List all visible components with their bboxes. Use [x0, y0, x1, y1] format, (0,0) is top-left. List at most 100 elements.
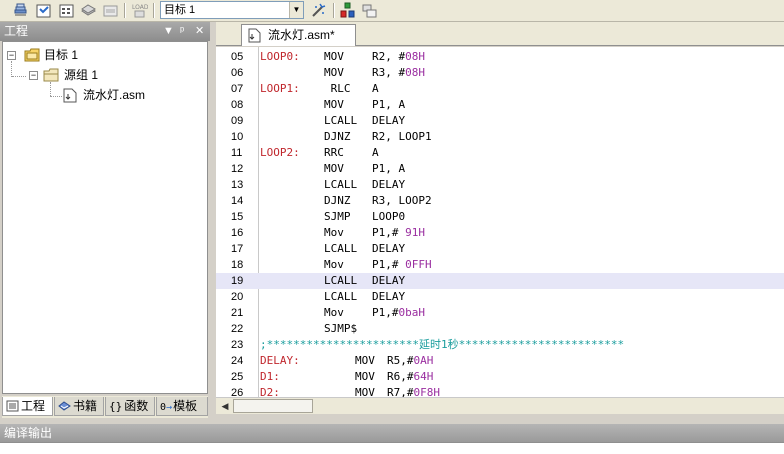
- batch-build-icon[interactable]: [80, 2, 97, 19]
- target-select[interactable]: 目标 1 ▼: [160, 1, 304, 19]
- code-line[interactable]: 09 LCALL DELAY: [216, 113, 784, 129]
- tab-functions[interactable]: {} 函数: [105, 397, 155, 416]
- code-line[interactable]: 14 DJNZ R3, LOOP2: [216, 193, 784, 209]
- code-operand-text: R7,#: [387, 386, 414, 397]
- code-mnemonic: LCALL: [324, 274, 358, 287]
- code-line[interactable]: 19 LCALL DELAY: [216, 273, 784, 289]
- tree-item-group[interactable]: 源组 1: [64, 66, 98, 84]
- tab-templates[interactable]: 0→模板: [156, 397, 208, 416]
- code-line[interactable]: 22 SJMP$: [216, 321, 784, 337]
- asm-file-icon: [63, 88, 77, 103]
- line-number: 25: [231, 371, 244, 383]
- manage-components-icon[interactable]: [339, 2, 356, 19]
- code-mnemonic: MOV: [324, 50, 344, 63]
- code-operand-text: P1,#: [372, 258, 406, 271]
- code-line[interactable]: 21 Mov P1,#0baH: [216, 305, 784, 321]
- code-operand-text: R3, LOOP2: [372, 194, 432, 207]
- collapse-icon[interactable]: −: [29, 71, 38, 80]
- project-panel-header: 工程 ▼ ᵖ ✕: [0, 22, 210, 41]
- code-label: DELAY:: [260, 354, 300, 367]
- scrollbar-thumb[interactable]: [233, 399, 313, 413]
- code-immediate: 0baH: [398, 306, 426, 319]
- code-operands: R7,#0F8H: [387, 385, 440, 397]
- line-number: 12: [231, 163, 244, 175]
- code-operand-text: DELAY: [372, 290, 406, 303]
- tree-connector: [50, 96, 62, 97]
- horizontal-scrollbar[interactable]: ◀: [216, 397, 784, 414]
- tab-project[interactable]: 工程: [2, 397, 53, 416]
- svg-text:LOAD: LOAD: [132, 4, 148, 11]
- code-line[interactable]: 23 ;***********************延时1秒**********…: [216, 337, 784, 353]
- code-operands: DELAY: [372, 289, 405, 305]
- books-tab-icon: [58, 401, 71, 411]
- tree-file-label: 流水灯.asm: [83, 88, 146, 102]
- code-line[interactable]: 05 LOOP0: MOV R2, #08H: [216, 49, 784, 65]
- code-line[interactable]: 08 MOV P1, A: [216, 97, 784, 113]
- editor-file-tab-label: 流水灯.asm*: [268, 28, 335, 42]
- code-mnemonic: SJMP$: [324, 322, 358, 335]
- code-operands: A: [372, 145, 379, 161]
- code-editor[interactable]: 05 LOOP0: MOV R2, #08H 06 MOV R3, #08H 07 LOOP1:…: [216, 47, 784, 397]
- code-line[interactable]: 15 SJMP LOOP0: [216, 209, 784, 225]
- code-line[interactable]: 26 D2: MOV R7,#0F8H: [216, 385, 784, 397]
- code-line[interactable]: 07 LOOP1: RLC A: [216, 81, 784, 97]
- dropdown-icon[interactable]: ▼: [163, 22, 174, 41]
- code-operands: R2, LOOP1: [372, 129, 432, 145]
- code-line[interactable]: 16 Mov P1,# 91H: [216, 225, 784, 241]
- code-operands: P1, A: [372, 161, 405, 177]
- build-all-icon[interactable]: [58, 2, 75, 19]
- code-operands: R3, #08H: [372, 65, 425, 81]
- line-number: 17: [231, 243, 244, 255]
- close-icon[interactable]: ✕: [195, 22, 204, 41]
- tree-connector: [50, 82, 51, 96]
- code-line[interactable]: 17 LCALL DELAY: [216, 241, 784, 257]
- code-operands: A: [372, 81, 379, 97]
- line-number: 18: [231, 259, 244, 271]
- target-folder-icon: [24, 48, 40, 62]
- pin-icon[interactable]: ᵖ: [180, 22, 184, 41]
- code-immediate: 0FFH: [405, 258, 432, 271]
- editor-tab-strip: 流水灯.asm*: [216, 22, 784, 46]
- scroll-left-icon[interactable]: ◀: [218, 399, 232, 413]
- code-operands: R2, #08H: [372, 49, 425, 65]
- code-line[interactable]: 24 DELAY: MOV R5,#0AH: [216, 353, 784, 369]
- code-line[interactable]: 20 LCALL DELAY: [216, 289, 784, 305]
- code-line[interactable]: 11 LOOP2: RRC A: [216, 145, 784, 161]
- code-operand-text: P1, A: [372, 98, 406, 111]
- editor-file-tab[interactable]: 流水灯.asm*: [241, 24, 356, 46]
- code-mnemonic: MOV: [355, 370, 375, 383]
- options-icon[interactable]: [310, 2, 327, 19]
- code-operand-text: A: [372, 146, 379, 159]
- project-panel-title: 工程: [4, 24, 29, 38]
- load-icon[interactable]: LOAD: [131, 2, 148, 19]
- code-mnemonic: DJNZ: [324, 194, 351, 207]
- line-number: 06: [231, 67, 244, 79]
- code-label: LOOP1:: [260, 82, 300, 95]
- code-mnemonic: MOV: [355, 386, 375, 397]
- code-line[interactable]: 12 MOV P1, A: [216, 161, 784, 177]
- window-layout-icon[interactable]: [361, 2, 378, 19]
- code-immediate: 64H: [413, 370, 434, 383]
- tab-books[interactable]: 书籍: [54, 397, 104, 416]
- code-line[interactable]: 13 LCALL DELAY: [216, 177, 784, 193]
- tree-target-label: 目标 1: [44, 48, 79, 62]
- tree-item-target[interactable]: 目标 1: [44, 46, 78, 64]
- chevron-down-icon[interactable]: ▼: [289, 2, 303, 18]
- code-mnemonic: Mov: [324, 258, 344, 271]
- code-line[interactable]: 10 DJNZ R2, LOOP1: [216, 129, 784, 145]
- code-operand-text: A: [372, 82, 379, 95]
- code-mnemonic: SJMP: [324, 210, 351, 223]
- tree-item-file[interactable]: 流水灯.asm: [83, 86, 145, 104]
- code-line[interactable]: 06 MOV R3, #08H: [216, 65, 784, 81]
- braces-icon: {}: [109, 400, 123, 413]
- stop-build-icon[interactable]: [102, 2, 119, 19]
- code-mnemonic: MOV: [355, 354, 375, 367]
- line-number: 21: [231, 307, 244, 319]
- collapse-icon[interactable]: −: [7, 51, 16, 60]
- build-stack-icon[interactable]: [12, 2, 29, 19]
- code-line[interactable]: 18 Mov P1,# 0FFH: [216, 257, 784, 273]
- code-label: LOOP2:: [260, 146, 300, 159]
- code-line[interactable]: 25 D1: MOV R6,#64H: [216, 369, 784, 385]
- translate-icon[interactable]: [35, 2, 52, 19]
- code-operands: DELAY: [372, 177, 405, 193]
